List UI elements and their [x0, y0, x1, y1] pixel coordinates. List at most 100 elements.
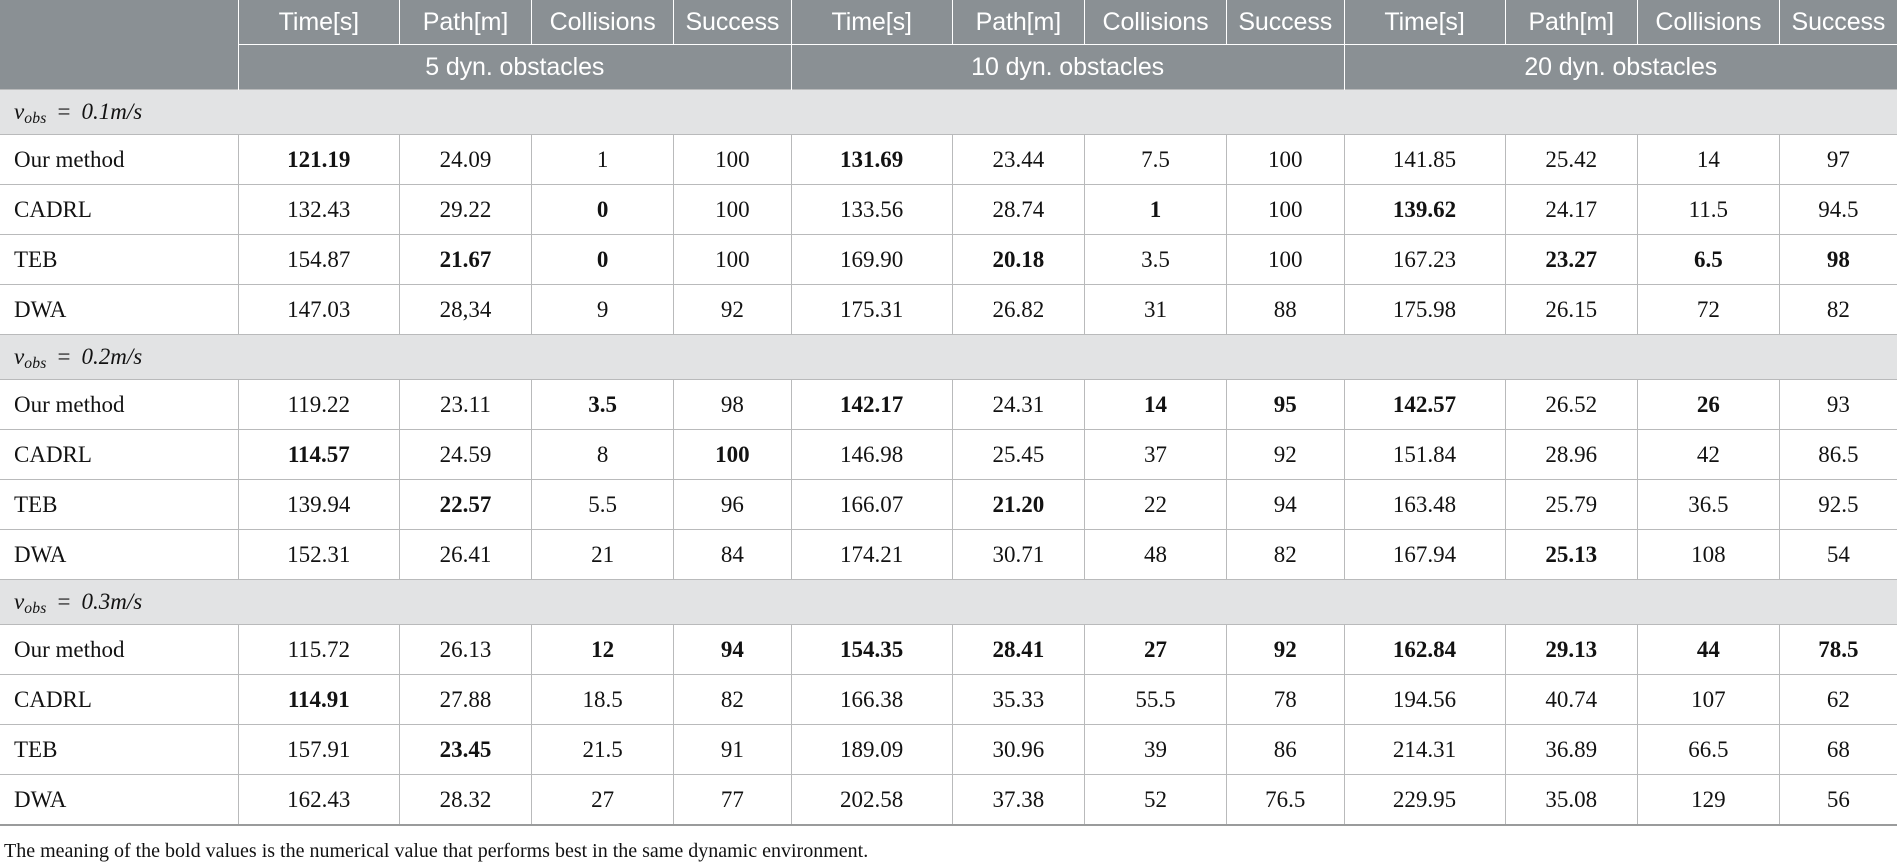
data-cell: 39: [1084, 724, 1227, 775]
data-cell: 68: [1779, 724, 1897, 775]
data-cell: 26.82: [952, 284, 1086, 335]
data-cell: 12: [531, 624, 675, 675]
column-header-pathm-g1: Path[m]: [399, 0, 533, 45]
table-row: CADRL 114.91 27.88 18.5 82 166.38 35.33 55.5 78 1…: [0, 674, 1897, 725]
data-cell: 100: [673, 184, 792, 235]
data-cell: 214.31: [1344, 724, 1506, 775]
data-cell: 31: [1084, 284, 1227, 335]
section-label-cell: vobs = 0.2m/s: [0, 334, 1897, 380]
data-cell: 37.38: [952, 774, 1086, 826]
column-header-success-g1: Success: [673, 0, 792, 45]
vobs-value: 0.3m/s: [81, 589, 143, 614]
data-cell: 21.5: [531, 724, 675, 775]
vobs-subscript: obs: [24, 355, 47, 373]
data-cell: 86.5: [1779, 429, 1897, 480]
data-cell: 26.52: [1505, 379, 1638, 430]
data-cell: 26.41: [399, 529, 533, 580]
data-cell: 100: [673, 429, 792, 480]
data-cell: 82: [1779, 284, 1897, 335]
data-cell: 24.31: [952, 379, 1086, 430]
method-name-cell: TEB: [0, 234, 239, 285]
vobs-equals: =: [57, 589, 71, 614]
data-cell: 92: [1226, 624, 1345, 675]
data-cell: 96: [673, 479, 792, 530]
table-row: CADRL 132.43 29.22 0 100 133.56 28.74 1 100 139.6…: [0, 184, 1897, 235]
data-cell: 21: [531, 529, 675, 580]
data-cell: 29.13: [1505, 624, 1638, 675]
data-cell: 139.94: [238, 479, 400, 530]
data-cell: 20.18: [952, 234, 1086, 285]
data-cell: 26: [1637, 379, 1780, 430]
data-cell: 36.89: [1505, 724, 1638, 775]
data-cell: 194.56: [1344, 674, 1506, 725]
data-cell: 35.33: [952, 674, 1086, 725]
method-name-cell: DWA: [0, 774, 239, 826]
vobs-subscript: obs: [24, 110, 47, 128]
data-cell: 98: [1779, 234, 1897, 285]
data-cell: 1: [531, 134, 675, 185]
data-cell: 84: [673, 529, 792, 580]
data-cell: 94: [1226, 479, 1345, 530]
data-cell: 62: [1779, 674, 1897, 725]
group-header-1: 5 dyn. obstacles: [238, 44, 792, 90]
group-header-2: 10 dyn. obstacles: [791, 44, 1345, 90]
column-header-success-g3: Success: [1779, 0, 1897, 45]
method-name-cell: TEB: [0, 724, 239, 775]
data-cell: 154.87: [238, 234, 400, 285]
data-cell: 54: [1779, 529, 1897, 580]
method-name-cell: CADRL: [0, 674, 239, 725]
data-cell: 3.5: [1084, 234, 1227, 285]
column-header-pathm-g3: Path[m]: [1505, 0, 1638, 45]
data-cell: 8: [531, 429, 675, 480]
data-cell: 95: [1226, 379, 1345, 430]
data-cell: 163.48: [1344, 479, 1506, 530]
data-cell: 100: [1226, 184, 1345, 235]
data-cell: 56: [1779, 774, 1897, 826]
section-row-vobs-2: vobs = 0.2m/s: [0, 334, 1897, 380]
data-cell: 7.5: [1084, 134, 1227, 185]
data-cell: 6.5: [1637, 234, 1780, 285]
data-cell: 91: [673, 724, 792, 775]
column-header-times-g3: Time[s]: [1344, 0, 1506, 45]
group-header-row: 5 dyn. obstacles 10 dyn. obstacles 20 dyn.…: [0, 44, 1897, 90]
data-cell: 0: [531, 184, 675, 235]
data-cell: 97: [1779, 134, 1897, 185]
vobs-equals: =: [57, 99, 71, 124]
data-cell: 77: [673, 774, 792, 826]
data-cell: 23.27: [1505, 234, 1638, 285]
data-cell: 115.72: [238, 624, 400, 675]
vobs-label: vobs = 0.3m/s: [14, 589, 143, 618]
data-cell: 162.84: [1344, 624, 1506, 675]
data-cell: 0: [531, 234, 675, 285]
data-cell: 27.88: [399, 674, 533, 725]
data-cell: 154.35: [791, 624, 953, 675]
data-cell: 157.91: [238, 724, 400, 775]
data-cell: 14: [1637, 134, 1780, 185]
data-cell: 129: [1637, 774, 1780, 826]
data-cell: 35.08: [1505, 774, 1638, 826]
data-cell: 82: [673, 674, 792, 725]
method-name-cell: CADRL: [0, 184, 239, 235]
data-cell: 40.74: [1505, 674, 1638, 725]
data-cell: 100: [1226, 234, 1345, 285]
table-row: Our method 121.19 24.09 1 100 131.69 23.44 7.5 1…: [0, 134, 1897, 185]
data-cell: 28.32: [399, 774, 533, 826]
table-row: Our method 115.72 26.13 12 94 154.35 28.41 27 92…: [0, 624, 1897, 675]
data-cell: 66.5: [1637, 724, 1780, 775]
vobs-symbol: v: [14, 589, 25, 614]
data-cell: 147.03: [238, 284, 400, 335]
vobs-equals: =: [57, 344, 71, 369]
table-row: TEB 157.91 23.45 21.5 91 189.09 30.96 39 86 214.3…: [0, 724, 1897, 775]
section-label-cell: vobs = 0.3m/s: [0, 579, 1897, 625]
data-cell: 100: [673, 234, 792, 285]
data-cell: 25.45: [952, 429, 1086, 480]
data-cell: 162.43: [238, 774, 400, 826]
data-cell: 86: [1226, 724, 1345, 775]
data-cell: 24.09: [399, 134, 533, 185]
table-row: DWA 162.43 28.32 27 77 202.58 37.38 52 76.5 229.9…: [0, 774, 1897, 826]
vobs-subscript: obs: [24, 600, 47, 618]
column-header-pathm-g2: Path[m]: [952, 0, 1086, 45]
data-cell: 88: [1226, 284, 1345, 335]
data-cell: 189.09: [791, 724, 953, 775]
data-cell: 93: [1779, 379, 1897, 430]
